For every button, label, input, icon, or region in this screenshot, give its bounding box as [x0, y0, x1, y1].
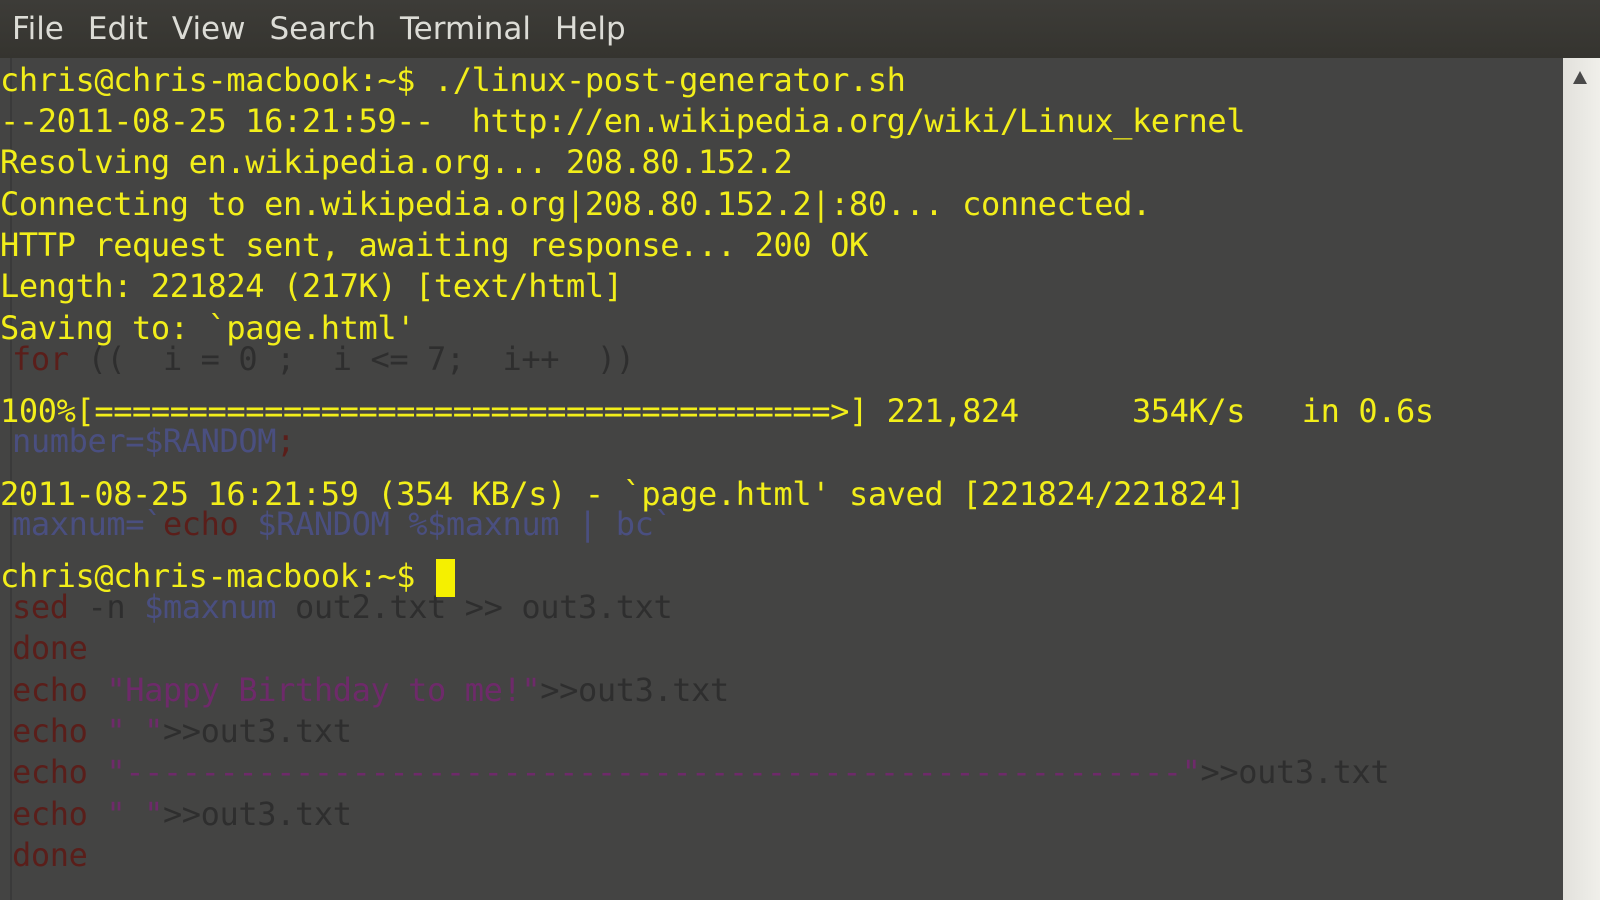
ghost-done-line: done [12, 629, 88, 667]
terminal-output-line: Length: 221824 (217K) [text/html] [0, 267, 623, 305]
terminal-output-line: Saving to: `page.html' [0, 309, 416, 347]
scroll-up-arrow-icon[interactable] [1573, 71, 1587, 84]
menu-file[interactable]: File [0, 0, 76, 58]
terminal-command-line: chris@chris-macbook:~$ ./linux-post-gene… [0, 61, 906, 99]
ghost-done-line: done [12, 836, 88, 874]
terminal-area[interactable]: for (( i = 0 ; i <= 7; i++ )) number=$RA… [0, 58, 1563, 900]
vertical-scrollbar[interactable] [1563, 58, 1600, 900]
ghost-echo-line: echo "----------------------------------… [12, 753, 1390, 791]
menu-edit[interactable]: Edit [76, 0, 160, 58]
ghost-echo-line: echo " ">>out3.txt [12, 712, 352, 750]
terminal-output-line: HTTP request sent, awaiting response... … [0, 226, 868, 264]
terminal-output-line: --2011-08-25 16:21:59-- http://en.wikipe… [0, 102, 1246, 140]
terminal-output-line: Resolving en.wikipedia.org... 208.80.152… [0, 143, 793, 181]
menu-bar: File Edit View Search Terminal Help [0, 0, 1600, 58]
download-progress-line: 100%[===================================… [0, 392, 1434, 430]
terminal-output-line: 2011-08-25 16:21:59 (354 KB/s) - `page.h… [0, 475, 1246, 513]
menu-help[interactable]: Help [543, 0, 638, 58]
menu-view[interactable]: View [160, 0, 258, 58]
ghost-echo-line: echo " ">>out3.txt [12, 795, 352, 833]
ghost-echo-line: echo "Happy Birthday to me!">>out3.txt [12, 671, 729, 709]
menu-terminal[interactable]: Terminal [388, 0, 543, 58]
terminal-output-line: Connecting to en.wikipedia.org|208.80.15… [0, 185, 1151, 223]
prompt-text: chris@chris-macbook:~$ [0, 557, 434, 595]
menu-search[interactable]: Search [258, 0, 389, 58]
text-cursor [435, 559, 455, 597]
terminal-prompt-line[interactable]: chris@chris-macbook:~$ [0, 556, 455, 597]
